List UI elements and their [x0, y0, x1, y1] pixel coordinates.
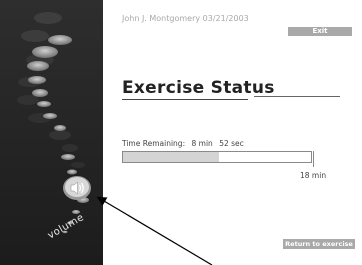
time-remaining-row: Time Remaining: 8 min 52 sec	[122, 139, 248, 148]
divider-line	[254, 96, 340, 97]
decorative-ellipses	[17, 12, 89, 234]
user-info: John J. Montgomery 03/21/2003	[122, 14, 249, 23]
title-underline	[122, 99, 248, 100]
exit-button[interactable]: Exit	[288, 27, 352, 36]
sidebar-panel: volume	[0, 0, 103, 265]
speaker-icon[interactable]	[62, 175, 92, 201]
minutes-remaining: 8 min	[191, 139, 213, 148]
session-date: 03/21/2003	[202, 14, 249, 23]
user-name: John J. Montgomery	[122, 14, 201, 23]
progress-fill	[123, 152, 219, 162]
total-time-label: 18 min	[300, 171, 327, 180]
return-to-exercise-button[interactable]: Return to exercise	[283, 239, 355, 249]
time-remaining-label: Time Remaining:	[122, 139, 186, 148]
progress-end-tick	[313, 151, 314, 167]
seconds-remaining: 52 sec	[219, 139, 244, 148]
page-title: Exercise Status	[122, 78, 275, 98]
time-progress-bar	[122, 151, 312, 163]
